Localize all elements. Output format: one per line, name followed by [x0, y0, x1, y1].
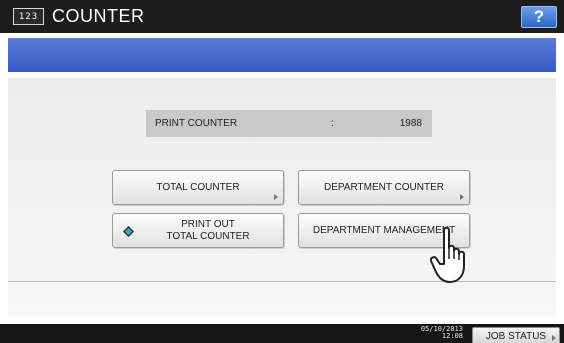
print-counter-value: 1988: [399, 118, 422, 129]
print-out-line1: PRINT OUT: [181, 218, 235, 230]
counter-icon-text: 123: [18, 11, 39, 22]
help-button[interactable]: ?: [521, 6, 557, 28]
datetime-display: 05/10/2013 12:08: [409, 326, 463, 340]
print-counter-display: PRINT COUNTER : 1988: [146, 110, 432, 137]
job-status-label: JOB STATUS: [485, 330, 547, 342]
job-status-button[interactable]: JOB STATUS: [472, 327, 560, 343]
diamond-icon: [123, 226, 134, 237]
arrow-right-icon: [460, 194, 464, 200]
print-counter-label: PRINT COUNTER: [155, 118, 238, 129]
time-text: 12:08: [441, 332, 463, 340]
total-counter-label: TOTAL COUNTER: [156, 182, 240, 193]
arrow-right-icon: [552, 335, 556, 341]
counter-icon: 123: [13, 8, 44, 25]
print-counter-separator: :: [331, 118, 334, 129]
department-counter-button[interactable]: DEPARTMENT COUNTER: [298, 170, 470, 205]
hand-pointer-icon: [430, 226, 465, 283]
header-band: [8, 38, 556, 72]
status-bar: 05/10/2013 12:08 JOB STATUS: [0, 324, 564, 343]
page-title: COUNTER: [52, 6, 145, 26]
total-counter-button[interactable]: TOTAL COUNTER: [112, 170, 284, 205]
print-out-line2: TOTAL COUNTER: [166, 230, 250, 242]
title-bar: 123 COUNTER ?: [0, 0, 564, 33]
print-out-label: PRINT OUT TOTAL COUNTER: [146, 219, 249, 243]
department-counter-label: DEPARTMENT COUNTER: [323, 182, 444, 193]
print-out-total-counter-button[interactable]: PRINT OUT TOTAL COUNTER: [112, 213, 284, 248]
arrow-right-icon: [274, 194, 278, 200]
